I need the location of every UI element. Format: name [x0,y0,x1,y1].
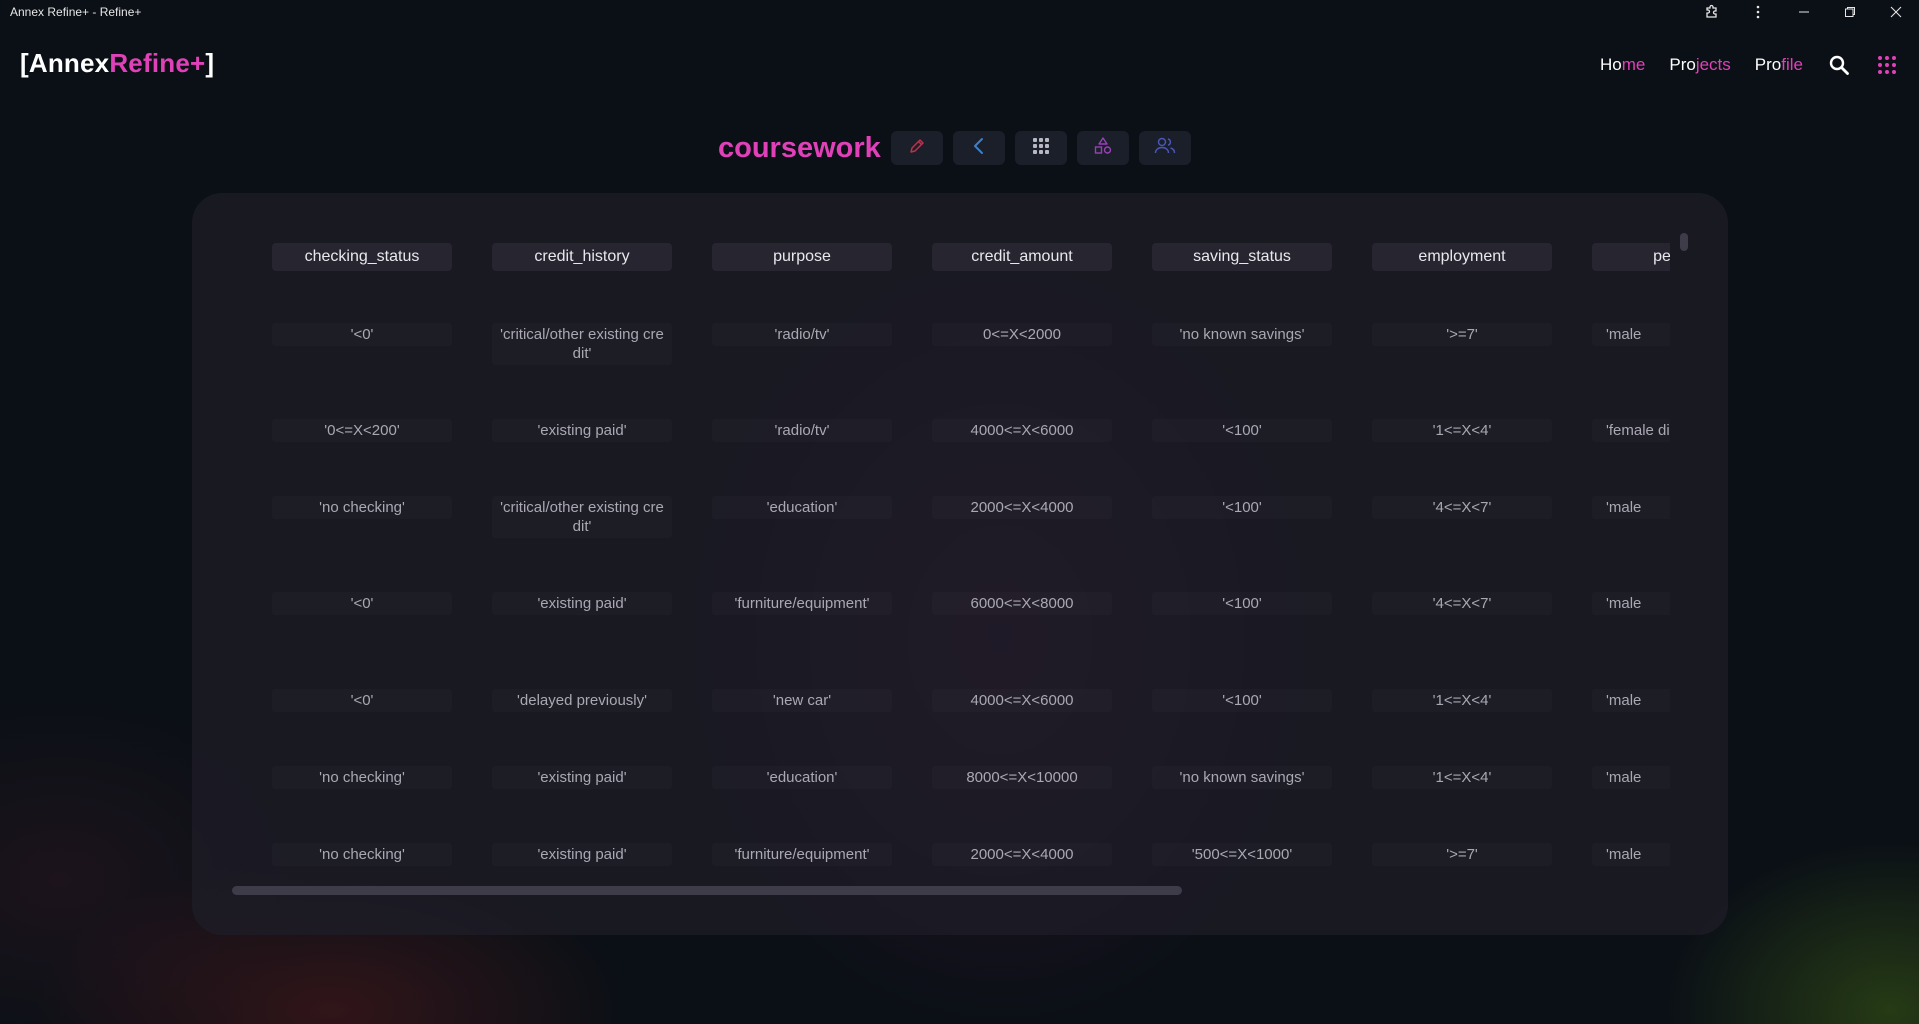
table-cell[interactable]: 'furniture/equipment' [712,843,892,866]
nav-projects[interactable]: Projects [1669,55,1730,75]
table-cell[interactable]: 4000<=X<6000 [932,689,1112,712]
table-cell[interactable]: 'no checking' [272,766,452,789]
edit-button[interactable] [890,131,943,165]
restore-icon[interactable] [1827,0,1873,24]
table-cell[interactable]: '4<=X<7' [1372,496,1552,519]
shapes-icon [1093,136,1113,161]
window-title: Annex Refine+ - Refine+ [10,5,142,19]
table-cell[interactable]: 'critical/other existing credit' [492,496,672,538]
table-cell[interactable]: '<0' [272,689,452,712]
table-cell[interactable]: 'delayed previously' [492,689,672,712]
table-cell[interactable]: 'female di [1592,419,1670,442]
table-cell[interactable]: 'male [1592,323,1670,346]
nav-home-text-b: me [1621,55,1646,74]
table-cell[interactable]: 'no checking' [272,496,452,519]
nav-home[interactable]: Home [1600,55,1645,75]
table-cell[interactable]: '500<=X<1000' [1152,843,1332,866]
table-cell[interactable]: 'existing paid' [492,843,672,866]
table-cell[interactable]: '1<=X<4' [1372,419,1552,442]
table-cell[interactable]: '>=7' [1372,323,1552,346]
extension-icon[interactable] [1689,0,1735,24]
project-title: coursework [718,131,881,164]
search-icon[interactable] [1827,53,1851,77]
nav-profile-text-b: file [1781,55,1803,74]
horizontal-scrollbar-thumb[interactable] [232,886,1182,895]
table-cell[interactable]: 'no known savings' [1152,323,1332,346]
table-cell[interactable]: 'radio/tv' [712,419,892,442]
app-logo[interactable]: [AnnexRefine+] [20,48,214,79]
column-header[interactable]: checking_status [272,243,452,271]
table-cell[interactable]: 'male [1592,496,1670,519]
column-header[interactable]: credit_amount [932,243,1112,271]
column-header[interactable]: saving_status [1152,243,1332,271]
table-cell[interactable]: 'education' [712,766,892,789]
main-nav: Home Projects Profile [1600,50,1899,80]
more-vert-icon[interactable] [1735,0,1781,24]
column-header[interactable]: employment [1372,243,1552,271]
nav-projects-text-a: Pro [1669,55,1696,74]
table-cell[interactable]: '<100' [1152,689,1332,712]
table-cell[interactable]: '<0' [272,592,452,615]
grid-dots-icon [1032,137,1050,160]
nav-home-text-a: Ho [1600,55,1622,74]
table-cell[interactable]: 'male [1592,766,1670,789]
table-cell[interactable]: 6000<=X<8000 [932,592,1112,615]
back-button[interactable] [952,131,1005,165]
back-chevron-icon [970,137,988,160]
column-header[interactable]: credit_history [492,243,672,271]
data-panel: checking_status '<0' '0<=X<200' 'no checkin… [192,193,1728,935]
table-cell[interactable]: '<100' [1152,419,1332,442]
table-cell[interactable]: '<0' [272,323,452,346]
table-cell[interactable]: 'critical/other existing credit' [492,323,672,365]
window-titlebar: Annex Refine+ - Refine+ [0,0,1919,24]
logo-bracket-open: [ [20,48,29,78]
table-cell[interactable]: 'new car' [712,689,892,712]
project-toolbar: coursework [718,130,1191,166]
table-cell[interactable]: 'existing paid' [492,592,672,615]
logo-bracket-close: ] [205,48,215,78]
vertical-scrollbar-thumb[interactable] [1680,233,1688,251]
table-cell[interactable]: 'no checking' [272,843,452,866]
shapes-button[interactable] [1076,131,1129,165]
table-cell[interactable]: '<100' [1152,592,1332,615]
table-cell[interactable]: 'education' [712,496,892,519]
table-cell[interactable]: 4000<=X<6000 [932,419,1112,442]
nav-profile[interactable]: Profile [1755,55,1803,75]
logo-refine: Refine+ [109,48,206,78]
users-icon [1154,136,1176,161]
table-cell[interactable]: 'male [1592,592,1670,615]
table-cell[interactable]: 8000<=X<10000 [932,766,1112,789]
table-cell[interactable]: 'radio/tv' [712,323,892,346]
apps-grid-icon[interactable] [1875,53,1899,77]
table-cell[interactable]: 'existing paid' [492,419,672,442]
table-cell[interactable]: 'furniture/equipment' [712,592,892,615]
table-cell[interactable]: 'no known savings' [1152,766,1332,789]
table-cell[interactable]: 'male [1592,689,1670,712]
table-cell[interactable]: '4<=X<7' [1372,592,1552,615]
table-cell[interactable]: '0<=X<200' [272,419,452,442]
window-controls [1689,0,1919,24]
logo-annex: Annex [28,48,110,78]
data-table[interactable]: checking_status '<0' '0<=X<200' 'no checkin… [272,243,1670,883]
nav-profile-text-a: Pro [1754,55,1782,74]
close-icon[interactable] [1873,0,1919,24]
table-cell[interactable]: 'male [1592,843,1670,866]
table-cell[interactable]: '<100' [1152,496,1332,519]
column-header[interactable]: persona [1592,243,1670,271]
table-cell[interactable]: 'existing paid' [492,766,672,789]
table-cell[interactable]: 0<=X<2000 [932,323,1112,346]
table-cell[interactable]: '1<=X<4' [1372,766,1552,789]
nav-projects-text-b: jects [1695,55,1731,74]
table-cell[interactable]: '1<=X<4' [1372,689,1552,712]
grid-view-button[interactable] [1014,131,1067,165]
collaborators-button[interactable] [1138,131,1191,165]
minimize-icon[interactable] [1781,0,1827,24]
column-header[interactable]: purpose [712,243,892,271]
edit-pencil-icon [908,137,926,160]
table-cell[interactable]: '>=7' [1372,843,1552,866]
table-cell[interactable]: 2000<=X<4000 [932,496,1112,519]
table-cell[interactable]: 2000<=X<4000 [932,843,1112,866]
